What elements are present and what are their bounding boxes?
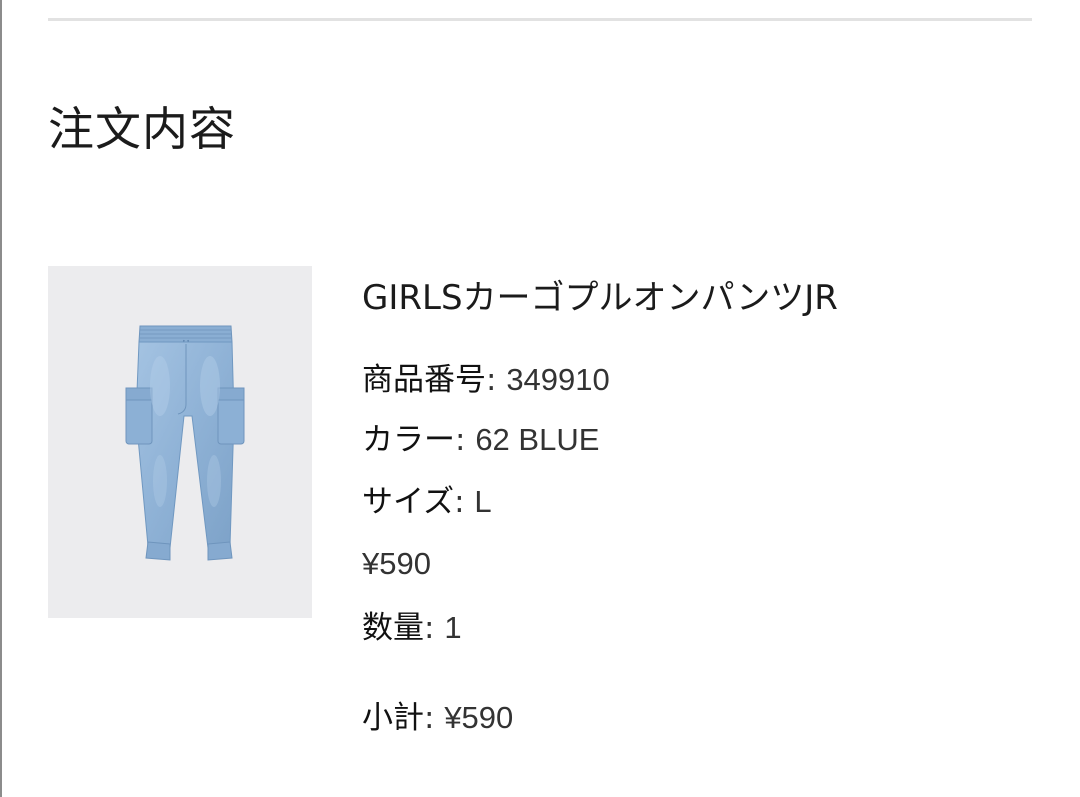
unit-price: ¥590 <box>362 546 431 581</box>
color-label: カラー <box>362 422 455 458</box>
product-thumbnail[interactable] <box>48 266 312 618</box>
label-separator: : <box>486 362 507 398</box>
product-number-label: 商品番号 <box>362 362 486 398</box>
quantity-value: 1 <box>444 610 462 645</box>
window-left-edge <box>0 0 2 797</box>
size-row: サイズ: L <box>362 480 492 524</box>
product-number-row: 商品番号: 349910 <box>362 358 610 402</box>
size-value: L <box>474 484 492 519</box>
color-row: カラー: 62 BLUE <box>362 418 599 462</box>
label-separator: : <box>454 484 475 520</box>
quantity-row: 数量: 1 <box>362 606 462 650</box>
label-separator: : <box>455 422 476 458</box>
section-divider <box>48 18 1032 21</box>
product-name[interactable]: GIRLSカーゴプルオンパンツJR <box>362 272 838 324</box>
jeans-product-image <box>125 325 245 561</box>
label-separator: : <box>424 700 445 736</box>
subtotal-label: 小計 <box>362 700 424 736</box>
page-title: 注文内容 <box>48 102 236 156</box>
size-label: サイズ <box>362 484 455 520</box>
color-value: 62 BLUE <box>475 422 600 457</box>
subtotal-value: ¥590 <box>444 700 514 735</box>
subtotal-row: 小計: ¥590 <box>362 696 513 740</box>
product-number-value: 349910 <box>506 362 610 397</box>
quantity-label: 数量 <box>362 610 424 646</box>
label-separator: : <box>424 610 445 646</box>
